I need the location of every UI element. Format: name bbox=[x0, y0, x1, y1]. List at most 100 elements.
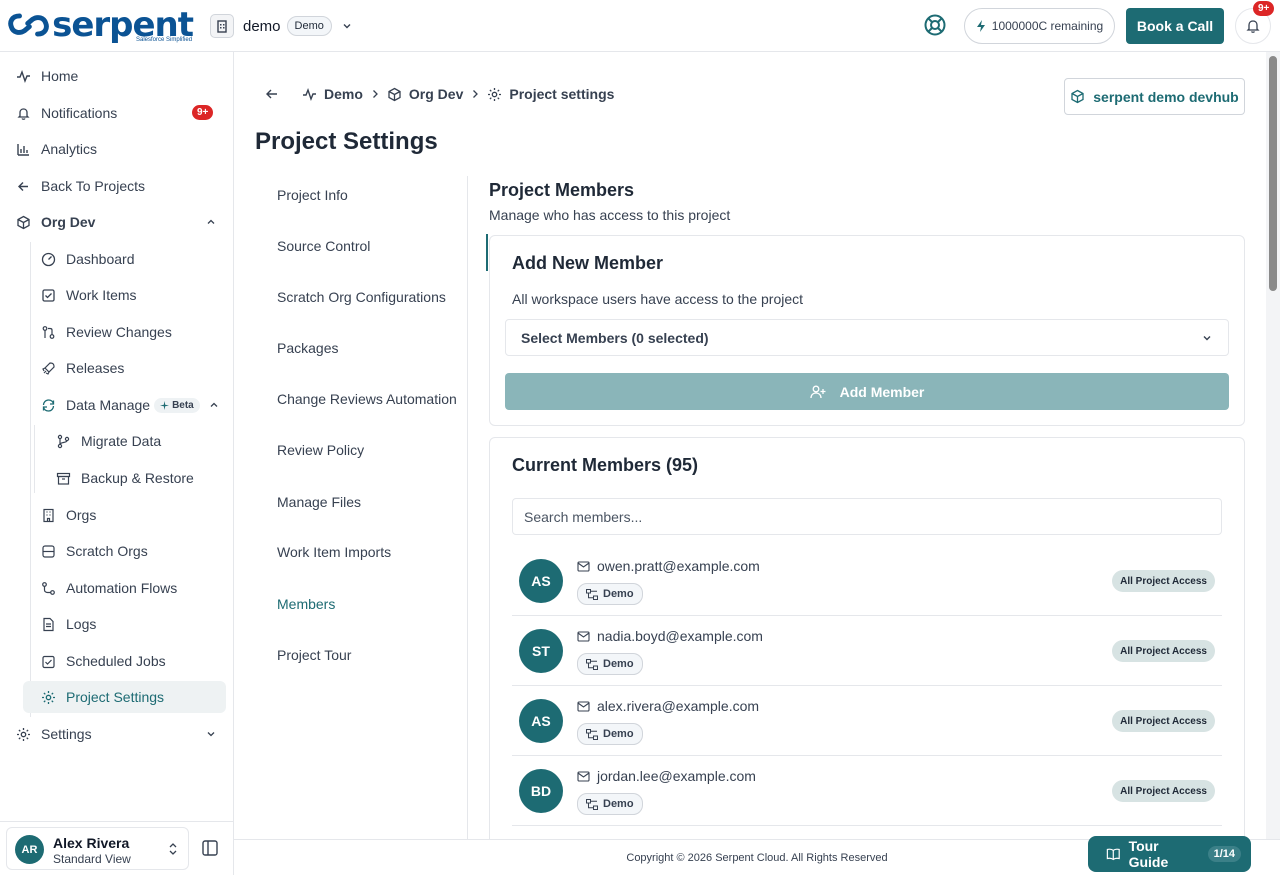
gear-icon bbox=[42, 690, 55, 704]
member-email: owen.pratt@example.com bbox=[577, 558, 760, 574]
logo-mark-icon bbox=[8, 13, 49, 37]
back-arrow-icon[interactable] bbox=[264, 86, 280, 102]
sidebar-label: Orgs bbox=[66, 507, 97, 523]
file-text-icon bbox=[43, 617, 54, 631]
sidebar-item-logs[interactable]: Logs bbox=[41, 608, 96, 640]
main-content: Demo Org Dev Project settings serpent de… bbox=[234, 52, 1266, 839]
help-icon[interactable] bbox=[923, 13, 947, 37]
sidebar-item-project-settings[interactable]: Project Settings bbox=[23, 681, 226, 713]
scrollbar-thumb[interactable] bbox=[1269, 56, 1277, 291]
sidebar-item-backup-restore[interactable]: Backup & Restore bbox=[56, 462, 194, 494]
sidebar-item-dashboard[interactable]: Dashboard bbox=[41, 243, 135, 275]
sidebar-item-notifications[interactable]: Notifications bbox=[16, 97, 117, 129]
archive-icon bbox=[56, 472, 71, 485]
tab-project-tour[interactable]: Project Tour bbox=[277, 647, 351, 663]
email-text: jordan.lee@example.com bbox=[597, 768, 756, 784]
sidebar-label: Automation Flows bbox=[66, 580, 178, 596]
sidebar-item-work-items[interactable]: Work Items bbox=[41, 279, 137, 311]
activity-icon bbox=[17, 69, 30, 83]
avatar: ST bbox=[519, 629, 563, 673]
package-icon bbox=[17, 215, 30, 229]
tab-change-reviews-automation[interactable]: Change Reviews Automation bbox=[277, 391, 457, 407]
tab-members[interactable]: Members bbox=[277, 596, 335, 612]
breadcrumb-project[interactable]: Demo bbox=[302, 86, 363, 102]
search-members-input[interactable]: Search members... bbox=[512, 498, 1222, 535]
tab-review-policy[interactable]: Review Policy bbox=[277, 442, 364, 458]
tab-packages[interactable]: Packages bbox=[277, 340, 338, 356]
package-icon bbox=[388, 87, 401, 101]
rocket-icon bbox=[42, 361, 55, 375]
sidebar-toggle-icon[interactable] bbox=[198, 838, 222, 858]
sidebar-label: Scratch Orgs bbox=[66, 543, 148, 559]
sidebar-label: Analytics bbox=[41, 141, 98, 157]
select-members-dropdown[interactable]: Select Members (0 selected) bbox=[505, 319, 1229, 356]
logo-subtitle: Salesforce Simplified bbox=[136, 37, 193, 43]
settings-tabs: Project Info Source Control Scratch Org … bbox=[255, 176, 488, 839]
breadcrumb-label: Project settings bbox=[509, 86, 615, 102]
chevron-up-icon bbox=[210, 402, 218, 407]
credits-remaining-button[interactable]: 1000000C remaining bbox=[964, 8, 1115, 44]
breadcrumb: Demo Org Dev Project settings bbox=[264, 86, 614, 102]
sidebar-item-analytics[interactable]: Analytics bbox=[16, 133, 97, 165]
serpent-logo[interactable]: serpent Salesforce Simplified bbox=[8, 6, 194, 44]
sidebar-label: Work Items bbox=[66, 287, 137, 303]
breadcrumb-current: Project settings bbox=[487, 86, 614, 102]
credits-text: 1000000C remaining bbox=[991, 19, 1104, 33]
gear-icon bbox=[17, 727, 30, 741]
chevron-up-down-icon bbox=[169, 843, 177, 855]
beta-label: Beta bbox=[172, 399, 194, 411]
member-row: AS owen.pratt@example.com Demo All Proje… bbox=[512, 546, 1222, 616]
sidebar-item-scheduled-jobs[interactable]: Scheduled Jobs bbox=[41, 645, 166, 677]
sidebar-item-org-dev[interactable]: Org Dev bbox=[16, 206, 220, 238]
tab-scratch-org-configurations[interactable]: Scratch Org Configurations bbox=[277, 289, 446, 305]
git-compare-icon bbox=[42, 325, 55, 339]
sidebar-item-scratch-orgs[interactable]: Scratch Orgs bbox=[41, 535, 148, 567]
tab-work-item-imports[interactable]: Work Item Imports bbox=[277, 544, 391, 560]
add-member-button[interactable]: Add Member bbox=[505, 373, 1229, 410]
access-badge: All Project Access bbox=[1112, 570, 1215, 592]
user-menu[interactable]: AR Alex Rivera Standard View bbox=[6, 827, 189, 870]
section-title: Project Members bbox=[489, 180, 635, 200]
calendar-check-icon bbox=[42, 655, 55, 668]
member-project-tag: Demo bbox=[577, 723, 643, 745]
lightning-icon bbox=[976, 20, 985, 32]
sidebar-item-orgs[interactable]: Orgs bbox=[41, 499, 96, 531]
add-member-card: Add New Member All workspace users have … bbox=[489, 235, 1245, 426]
workspace-badge: Demo bbox=[286, 16, 332, 36]
sidebar-item-back-to-projects[interactable]: Back To Projects bbox=[16, 170, 145, 202]
email-text: alex.rivera@example.com bbox=[597, 698, 760, 714]
workspace-switcher[interactable]: demo Demo bbox=[210, 13, 353, 39]
bell-icon bbox=[17, 107, 30, 120]
tab-project-info[interactable]: Project Info bbox=[277, 187, 348, 203]
top-bar: serpent Salesforce Simplified demo Demo … bbox=[0, 0, 1280, 52]
breadcrumb-org[interactable]: Org Dev bbox=[387, 86, 463, 102]
sidebar-item-automation-flows[interactable]: Automation Flows bbox=[41, 572, 177, 604]
org-selector-button[interactable]: serpent demo devhub bbox=[1064, 78, 1245, 115]
sidebar-item-review-changes[interactable]: Review Changes bbox=[41, 316, 172, 348]
sidebar-label: Data Manage bbox=[66, 397, 151, 413]
tab-source-control[interactable]: Source Control bbox=[277, 238, 370, 254]
sidebar-label: Home bbox=[41, 68, 79, 84]
chevron-down-icon[interactable] bbox=[341, 20, 353, 32]
sidebar-label: Releases bbox=[66, 360, 125, 376]
sidebar-item-migrate-data[interactable]: Migrate Data bbox=[56, 425, 161, 457]
breadcrumb-label: Demo bbox=[324, 86, 363, 102]
chevron-right-icon bbox=[372, 90, 378, 98]
sidebar-item-home[interactable]: Home bbox=[16, 60, 78, 92]
sidebar-item-settings[interactable]: Settings bbox=[16, 718, 220, 750]
avatar: AR bbox=[15, 835, 44, 864]
arrow-left-icon bbox=[18, 181, 28, 191]
tour-guide-button[interactable]: Tour Guide 1/14 bbox=[1088, 836, 1251, 872]
git-branch-icon bbox=[57, 434, 70, 448]
sidebar-item-releases[interactable]: Releases bbox=[41, 352, 124, 384]
book-call-button[interactable]: Book a Call bbox=[1126, 8, 1224, 44]
beta-badge: Beta bbox=[154, 397, 200, 413]
chevron-down-icon bbox=[1203, 335, 1211, 340]
member-row: ST nadia.boyd@example.com Demo All Proje… bbox=[512, 616, 1222, 686]
user-view-mode: Standard View bbox=[53, 852, 131, 866]
tab-manage-files[interactable]: Manage Files bbox=[277, 494, 361, 510]
tag-label: Demo bbox=[603, 588, 634, 600]
section-subtitle: Manage who has access to this project bbox=[489, 207, 731, 223]
sidebar-label: Review Changes bbox=[66, 324, 172, 340]
sidebar-item-data-management[interactable]: Data Manage Beta bbox=[41, 389, 219, 421]
